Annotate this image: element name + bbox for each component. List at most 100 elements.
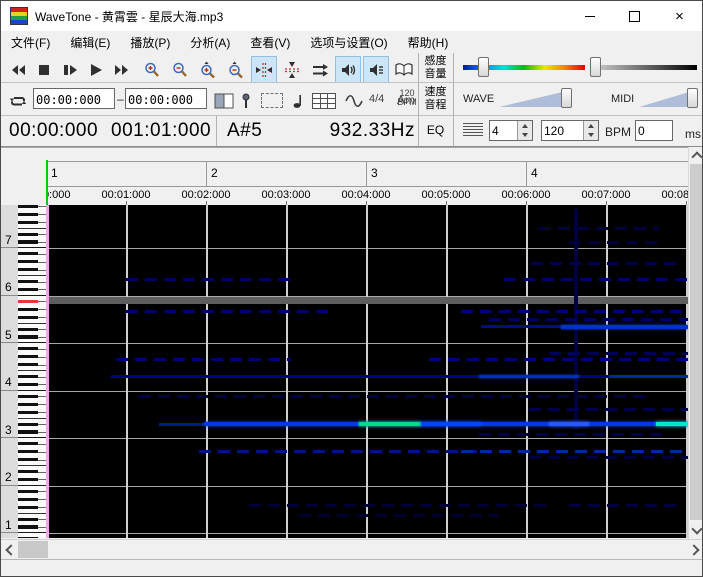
offset-field[interactable] [635,120,673,141]
black-key[interactable] [18,450,38,453]
tempo-input[interactable] [542,121,583,140]
black-key[interactable] [18,347,38,350]
timeline-ruler[interactable]: 1234 00:00:00000:01:00000:02:00000:03:00… [1,147,688,206]
fit-vertical-button[interactable] [279,56,305,83]
score-book-button[interactable] [391,56,417,83]
horizontal-scrollbar[interactable] [1,539,703,559]
measure-ruler[interactable]: 1234 [46,161,688,187]
black-key[interactable] [18,316,38,319]
key-signature-display[interactable]: Am [397,93,415,107]
black-key[interactable] [18,403,38,406]
vertical-scrollbar-thumb[interactable] [690,164,703,520]
midi-sound-button[interactable] [363,56,389,83]
piano-keyboard[interactable] [18,205,46,538]
menu-item-1[interactable]: 编辑(E) [60,31,120,54]
play-button[interactable] [83,56,109,83]
loop-end-input[interactable] [125,88,207,109]
highlighted-key-A#5[interactable] [18,300,38,303]
pause-play-button[interactable] [57,56,83,83]
note-grid-button[interactable] [309,87,339,114]
black-key[interactable] [18,395,38,398]
black-key[interactable] [18,355,38,358]
scroll-right-button[interactable] [687,540,703,559]
black-key[interactable] [18,478,38,481]
waveform-button[interactable] [341,87,367,114]
black-key[interactable] [18,280,38,283]
beats-spinner[interactable] [489,120,533,141]
tempo-up-button[interactable] [584,121,598,131]
split-view-button[interactable] [211,87,237,114]
black-key[interactable] [18,233,38,236]
maximize-button[interactable] [612,1,657,31]
beats-up-button[interactable] [518,121,532,131]
menu-item-6[interactable]: 帮助(H) [398,31,459,54]
volume-slider-thumb[interactable] [590,57,601,77]
black-key[interactable] [18,268,38,271]
stop-button[interactable] [31,56,57,83]
black-key[interactable] [18,430,38,433]
black-key[interactable] [18,308,38,311]
time-ruler[interactable]: 00:00:00000:01:00000:02:00000:03:00000:0… [46,188,688,206]
zoom-in-horizontal-button[interactable] [139,56,165,83]
rewind-button[interactable] [5,56,31,83]
black-key[interactable] [18,240,38,243]
beats-input[interactable] [490,121,517,140]
black-key[interactable] [18,328,38,331]
zoom-out-vertical-button[interactable] [223,56,249,83]
black-key[interactable] [18,205,38,208]
volume-slider-track[interactable] [593,65,697,70]
loop-button[interactable] [5,87,31,114]
menu-item-4[interactable]: 查看(V) [240,31,300,54]
black-key[interactable] [18,518,38,521]
scroll-left-button[interactable] [1,540,18,559]
menu-item-3[interactable]: 分析(A) [180,31,240,54]
time-signature-display[interactable]: 4/4 [369,93,384,105]
sensitivity-slider-thumb[interactable] [478,57,489,77]
black-key[interactable] [18,363,38,366]
black-key[interactable] [18,383,38,386]
menu-item-0[interactable]: 文件(F) [1,31,60,54]
eq-label[interactable]: EQ [418,124,453,137]
scroll-down-button[interactable] [689,522,703,538]
black-key[interactable] [18,525,38,528]
tempo-down-button[interactable] [584,131,598,141]
black-key[interactable] [18,288,38,291]
fast-forward-button[interactable] [109,56,135,83]
beats-down-button[interactable] [518,131,532,141]
minimize-button[interactable] [567,1,612,31]
vertical-scrollbar[interactable] [688,147,703,539]
black-key[interactable] [18,252,38,255]
menu-item-2[interactable]: 播放(P) [120,31,180,54]
zoom-in-vertical-button[interactable] [195,56,221,83]
wave-sound-button[interactable] [335,56,361,83]
menu-item-5[interactable]: 选项与设置(O) [300,31,397,54]
zoom-out-horizontal-button[interactable] [167,56,193,83]
black-key[interactable] [18,221,38,224]
black-key[interactable] [18,411,38,414]
offset-input[interactable] [636,121,672,140]
loop-start-input[interactable] [33,88,115,109]
close-button[interactable]: × [657,1,702,31]
black-key[interactable] [18,506,38,509]
black-key[interactable] [18,470,38,473]
black-key[interactable] [18,260,38,263]
horizontal-scrollbar-thumb[interactable] [18,541,48,558]
marker-pin-button[interactable] [237,87,255,114]
midi-slider-thumb[interactable] [687,88,698,108]
black-key[interactable] [18,498,38,501]
black-key[interactable] [18,335,38,338]
black-key[interactable] [18,458,38,461]
spectrogram[interactable] [49,205,688,538]
black-key[interactable] [18,375,38,378]
black-key[interactable] [18,490,38,493]
tempo-spinner[interactable] [541,120,599,141]
black-key[interactable] [18,537,38,538]
eq-icon[interactable] [463,123,483,136]
black-key[interactable] [18,442,38,445]
wave-slider-thumb[interactable] [561,88,572,108]
note-input-button[interactable] [289,87,307,114]
scroll-up-button[interactable] [689,147,703,163]
auto-scroll-button[interactable] [307,56,333,83]
selection-button[interactable] [257,87,287,114]
black-key[interactable] [18,213,38,216]
